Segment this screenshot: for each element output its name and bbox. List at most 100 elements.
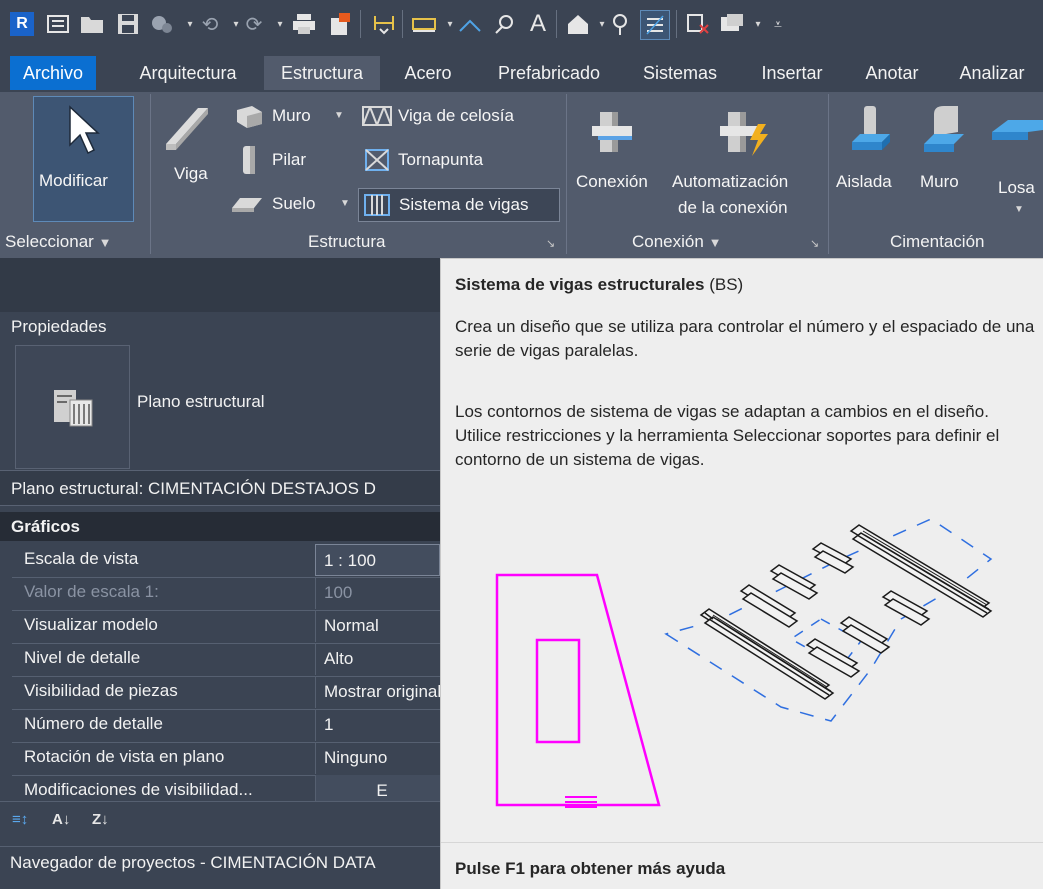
home-icon[interactable] (44, 10, 72, 38)
slab-foundation-button[interactable]: Losa ▼ (988, 102, 1043, 222)
connection-automation-button[interactable]: Automatización de la conexión (672, 102, 822, 222)
floor-button[interactable]: Suelo ▼ (230, 188, 360, 220)
open-icon[interactable] (78, 10, 106, 38)
chevron-down-icon: ▼ (98, 235, 112, 250)
type-name: Plano estructural (137, 392, 265, 411)
panel-launcher-icon[interactable]: ↘ (810, 237, 819, 250)
tooltip-title: Sistema de vigas estructurales (BS) (455, 275, 744, 294)
measure-icon[interactable] (410, 10, 438, 38)
group-graphics-header[interactable]: Gráficos (0, 512, 440, 541)
view-scale-select[interactable]: 1 : 100 (315, 544, 440, 576)
beam-button[interactable]: Viga (162, 102, 214, 196)
tooltip-help-hint: Pulse F1 para obtener más ayuda (455, 859, 726, 878)
property-row[interactable]: Visibilidad de piezas Mostrar original (12, 676, 440, 710)
tab-prefabricado[interactable]: Prefabricado (482, 56, 616, 90)
properties-title: Propiedades (11, 317, 107, 336)
print-icon[interactable] (290, 10, 318, 38)
isolated-label: Aislada (836, 172, 892, 191)
floor-icon (232, 198, 262, 212)
section-icon[interactable] (606, 10, 634, 38)
quick-access-toolbar: R ▾ ⟲ ▾ ⟳ ▾ ▾ A ▾ ▾ ⩡ (0, 0, 1043, 52)
thin-lines-icon[interactable] (640, 10, 670, 40)
panel-launcher-icon[interactable]: ↘ (546, 237, 555, 250)
sync-icon[interactable] (148, 10, 176, 38)
modify-label: Modificar (39, 171, 108, 190)
slab-dropdown-icon[interactable]: ▼ (1014, 204, 1024, 215)
instance-view-selector[interactable]: Plano estructural: CIMENTACIÓN DESTAJOS … (0, 470, 440, 506)
wall-foundation-label: Muro (920, 172, 959, 191)
brace-icon (365, 149, 389, 171)
column-icon (243, 146, 255, 174)
connection-panel-title[interactable]: Conexión ▼ (632, 225, 721, 258)
property-row[interactable]: Visualizar modelo Normal (12, 610, 440, 644)
beam-system-button[interactable]: Sistema de vigas (358, 188, 560, 222)
tab-sistemas[interactable]: Sistemas (624, 56, 736, 90)
beam-icon (166, 108, 208, 150)
tab-anotar[interactable]: Anotar (846, 56, 938, 90)
truss-icon (362, 106, 392, 126)
column-button[interactable]: Pilar (234, 144, 354, 176)
tooltip-beam-system: Sistema de vigas estructurales (BS) Crea… (440, 258, 1043, 889)
properties-palette: Propiedades Plano estructural Plano estr… (0, 312, 440, 856)
foundation-panel-title: Cimentación (890, 232, 985, 251)
tooltip-description: Crea un diseño que se utiliza para contr… (455, 317, 1035, 360)
connection-label: Conexión (576, 172, 648, 191)
switch-windows-icon[interactable] (718, 10, 746, 38)
close-hidden-icon[interactable] (684, 10, 712, 38)
tab-acero[interactable]: Acero (386, 56, 470, 90)
tab-insertar[interactable]: Insertar (742, 56, 842, 90)
undo-icon[interactable]: ⟲ (196, 10, 224, 38)
slab-label: Losa (998, 178, 1035, 197)
wall-button[interactable]: Muro ▼ (234, 100, 354, 132)
wall-foundation-button[interactable]: Muro (912, 102, 976, 212)
type-selector-image[interactable] (15, 345, 130, 469)
options-bar (0, 258, 440, 312)
floor-plan-view-icon (54, 390, 93, 427)
categorized-sort-icon[interactable]: ≡↕ (12, 811, 34, 833)
tab-analizar[interactable]: Analizar (942, 56, 1042, 90)
save-icon[interactable] (114, 10, 142, 38)
tab-arquitectura[interactable]: Arquitectura (118, 56, 258, 90)
connection-button[interactable]: Conexión (576, 102, 666, 212)
beam-label: Viga (174, 164, 208, 183)
isolated-foundation-icon (852, 106, 890, 150)
brace-button[interactable]: Tornapunta (360, 144, 550, 176)
beam-system-illustration (495, 519, 993, 808)
structure-panel-title: Estructura (308, 232, 386, 251)
revit-logo-icon[interactable]: R (8, 10, 36, 38)
properties-toolbar: ≡↕ A↓ Z↓ (0, 801, 440, 844)
isolated-foundation-button[interactable]: Aislada (836, 102, 908, 212)
property-row[interactable]: Nivel de detalle Alto (12, 643, 440, 677)
redo-icon[interactable]: ⟳ (240, 10, 268, 38)
ribbon-panel: Modificar Seleccionar ▼ Viga Muro ▼ Pila… (0, 92, 1043, 258)
text-icon[interactable]: A (524, 10, 552, 38)
angle-icon[interactable] (456, 10, 484, 38)
tag-icon[interactable] (490, 10, 518, 38)
modify-button[interactable]: Modificar (33, 96, 134, 222)
property-row[interactable]: Número de detalle 1 (12, 709, 440, 743)
connection-automation-icon (720, 112, 768, 156)
floor-dropdown-icon[interactable]: ▼ (340, 198, 350, 209)
sort-descending-icon[interactable]: Z↓ (92, 811, 114, 833)
chevron-down-icon: ▼ (708, 235, 722, 250)
cursor-arrow-icon (69, 105, 100, 155)
wall-dropdown-icon[interactable]: ▼ (334, 110, 344, 121)
tooltip-shortcut: (BS) (709, 275, 744, 294)
tab-estructura[interactable]: Estructura (264, 56, 380, 90)
wall-foundation-icon (924, 106, 964, 152)
select-panel-title[interactable]: Seleccionar ▼ (5, 225, 111, 258)
project-browser-title: Navegador de proyectos - CIMENTACIÓN DAT… (10, 853, 376, 872)
sort-ascending-icon[interactable]: A↓ (52, 811, 74, 833)
wall-icon (237, 106, 262, 128)
project-browser: Navegador de proyectos - CIMENTACIÓN DAT… (0, 846, 440, 889)
customize-icon[interactable]: ⩡ (764, 10, 792, 38)
truss-button[interactable]: Viga de celosía (360, 100, 550, 132)
beam-system-icon (364, 194, 390, 216)
tooltip-divider (441, 842, 1043, 843)
property-row: Valor de escala 1: 100 (12, 577, 440, 611)
property-row[interactable]: Escala de vista 1 : 100 (12, 544, 440, 578)
property-row[interactable]: Rotación de vista en plano Ninguno (12, 742, 440, 776)
tab-archivo[interactable]: Archivo (10, 56, 96, 90)
export-icon[interactable] (326, 10, 354, 38)
align-dimension-icon[interactable] (370, 10, 398, 38)
